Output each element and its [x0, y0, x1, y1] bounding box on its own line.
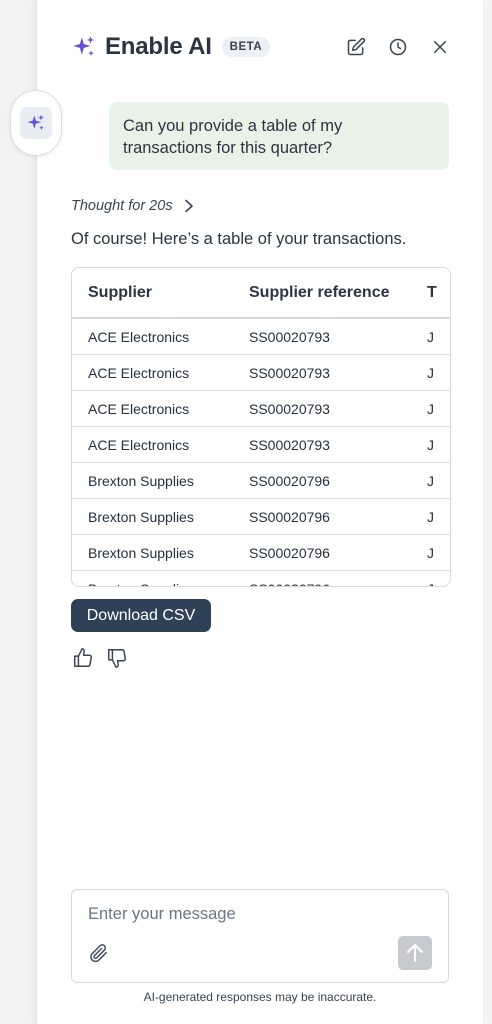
ai-launcher-button[interactable] [10, 90, 62, 156]
thumbs-up-button[interactable] [71, 646, 95, 670]
cell-truncated: J [427, 318, 450, 355]
column-header-supplier[interactable]: Supplier [72, 268, 249, 319]
table-row: Brexton SuppliesSS00020796J [72, 498, 450, 535]
history-button[interactable] [385, 34, 411, 60]
close-button[interactable] [427, 34, 453, 60]
sparkle-icon [73, 36, 95, 57]
cell-supplier-reference: SS00020796 [249, 534, 427, 571]
table-row: ACE Electronics SS00020793 J [72, 354, 450, 391]
attach-button[interactable] [88, 942, 112, 966]
column-header-supplier-reference[interactable]: Supplier reference [249, 268, 427, 319]
title-group: Enable AI BETA [71, 30, 271, 64]
panel-title: Enable AI [105, 33, 212, 60]
table-row: ACE Electronics SS00020793 J [72, 390, 450, 427]
header-actions [343, 34, 453, 60]
cell-supplier-reference: SS00020793 [249, 426, 427, 463]
new-chat-button[interactable] [343, 34, 369, 60]
assistant-reply: Of course! Here’s a table of your transa… [71, 230, 407, 248]
table-row: Brexton SuppliesSS00020796J [72, 534, 450, 571]
table-header-row: Supplier Supplier reference T [72, 268, 450, 319]
download-csv-button[interactable]: Download CSV [71, 599, 211, 632]
cell-truncated: J [427, 498, 450, 535]
edit-icon [347, 37, 366, 56]
cell-supplier: Brexton Supplies [72, 534, 249, 571]
message-composer [71, 889, 449, 983]
cell-supplier: Brexton Supplies [72, 498, 249, 535]
cell-supplier-reference: SS00020793 [249, 390, 427, 427]
cell-supplier: ACE Electronics [72, 390, 249, 427]
transactions-table-container[interactable]: Supplier Supplier reference T ACE Electr… [71, 267, 451, 587]
message-input[interactable] [88, 902, 388, 926]
sparkle-icon [27, 114, 44, 130]
cell-supplier: ACE Electronics [72, 426, 249, 463]
thought-label: Thought for 20s [71, 198, 173, 214]
thumbs-down-button[interactable] [105, 646, 129, 670]
cell-truncated: J [427, 390, 450, 427]
close-icon [434, 41, 446, 53]
table-row: ACE Electronics SS00020793 J [72, 426, 450, 463]
cell-supplier-reference: SS00020796 [249, 498, 427, 535]
beta-badge: BETA [221, 37, 271, 57]
cell-truncated: J [427, 354, 450, 391]
thumbs-up-icon [74, 648, 92, 667]
chevron-right-icon [184, 199, 193, 213]
user-message-bubble: Can you provide a table of my transactio… [109, 102, 449, 170]
cell-truncated: J [427, 426, 450, 463]
cell-supplier: Brexton Supplies [72, 570, 249, 586]
ai-disclaimer: AI-generated responses may be inaccurate… [143, 990, 377, 1004]
send-arrow-icon [407, 944, 423, 962]
cell-truncated: J [427, 462, 450, 499]
feedback-group [71, 646, 129, 670]
column-header-truncated[interactable]: T [427, 268, 450, 319]
launcher-icon-wrap [20, 107, 52, 139]
history-icon [389, 38, 407, 56]
cell-supplier-reference: SS00020796 [249, 570, 427, 586]
cell-supplier-reference: SS00020796 [249, 462, 427, 499]
cell-supplier: ACE Electronics [72, 354, 249, 391]
table-row: Brexton SuppliesSS00020796J [72, 570, 450, 586]
cell-supplier: ACE Electronics [72, 318, 249, 355]
cell-supplier-reference: SS00020793 [249, 318, 427, 355]
table-body: ACE Electronics SS00020793 J ACE Electronic… [72, 318, 450, 586]
panel-header: Enable AI BETA [71, 30, 453, 64]
transactions-table: Supplier Supplier reference T ACE Electr… [72, 268, 450, 586]
paperclip-icon [90, 944, 108, 963]
cell-supplier: Brexton Supplies [72, 462, 249, 499]
ai-chat-panel: Enable AI BETA Can you provide a table o… [36, 0, 483, 1024]
cell-truncated: J [427, 570, 450, 586]
cell-supplier-reference: SS00020793 [249, 354, 427, 391]
table-row: ACE Electronics SS00020793 J [72, 318, 450, 355]
send-button[interactable] [398, 936, 432, 970]
thought-toggle[interactable]: Thought for 20s [71, 196, 195, 216]
cell-truncated: J [427, 534, 450, 571]
thumbs-down-icon [108, 649, 126, 668]
table-row: Brexton SuppliesSS00020796J [72, 462, 450, 499]
